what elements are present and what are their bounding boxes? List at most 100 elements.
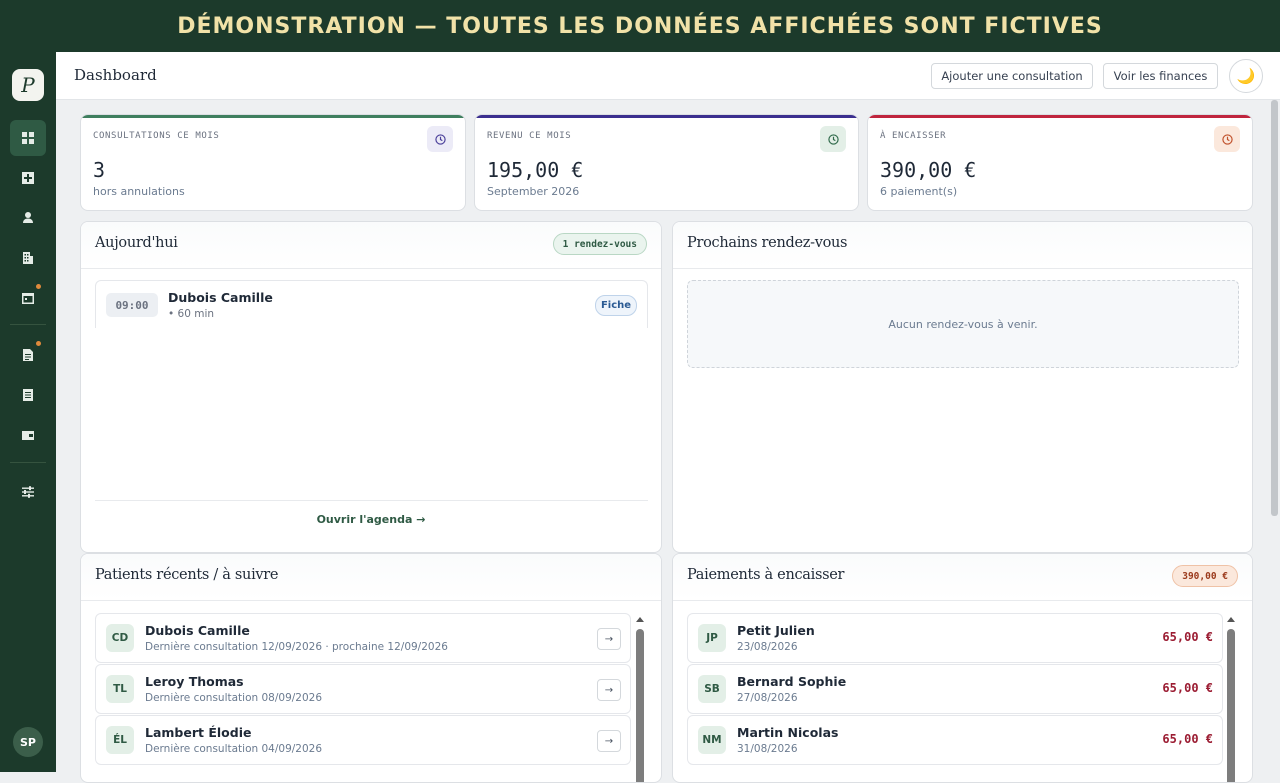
scroll-thumb[interactable]: [636, 629, 644, 782]
nav-separator: [10, 462, 46, 463]
payment-row[interactable]: JP Petit Julien 23/08/2026 65,00 €: [687, 613, 1223, 663]
appointment-duration: • 60 min: [168, 308, 215, 320]
sidebar: P SP: [0, 52, 56, 772]
patients-scrollbar[interactable]: [635, 617, 645, 782]
panel-title: Patients récents / à suivre: [95, 567, 279, 583]
appointment-item[interactable]: 09:00 Dubois Camille • 60 min Fiche: [95, 280, 648, 328]
stat-label: REVENU CE MOIS: [487, 131, 572, 141]
add-consultation-button[interactable]: Ajouter une consultation: [931, 63, 1093, 89]
patient-name: Petit Julien: [737, 623, 815, 638]
app-logo[interactable]: P: [12, 69, 44, 101]
upcoming-panel: Prochains rendez-vous Aucun rendez-vous …: [672, 221, 1253, 553]
nav-settings[interactable]: [10, 474, 46, 510]
patient-last-consultation: Dernière consultation 08/09/2026: [145, 692, 323, 704]
empty-state: Aucun rendez-vous à venir.: [687, 280, 1239, 368]
user-avatar[interactable]: SP: [13, 727, 43, 757]
topbar: Dashboard Ajouter une consultation Voir …: [56, 52, 1280, 100]
moon-icon: 🌙: [1236, 67, 1256, 85]
payments-scrollbar[interactable]: [1226, 617, 1236, 782]
open-patient-button[interactable]: →: [597, 679, 621, 701]
appointment-count-badge: 1 rendez-vous: [552, 233, 647, 255]
payments-panel: Paiements à encaisser 390,00 € JP Petit …: [672, 553, 1253, 783]
payment-date: 27/08/2026: [737, 692, 798, 704]
open-patient-button[interactable]: →: [597, 628, 621, 650]
stat-accent-bar: [475, 115, 858, 118]
patient-row[interactable]: TL Leroy Thomas Dernière consultation 08…: [95, 664, 631, 714]
patient-last-consultation: Dernière consultation 12/09/2026 · proch…: [145, 641, 448, 653]
calendar-icon: [22, 293, 34, 304]
payment-date: 31/08/2026: [737, 743, 798, 755]
page-title: Dashboard: [74, 66, 157, 84]
patient-file-button[interactable]: Fiche: [595, 295, 637, 316]
patient-initials: ÉL: [106, 726, 134, 754]
documents-badge: [36, 341, 41, 346]
panel-title: Prochains rendez-vous: [687, 235, 848, 251]
panel-header: Prochains rendez-vous: [673, 222, 1252, 269]
stat-subtitle: 6 paiement(s): [880, 185, 958, 198]
view-finances-button[interactable]: Voir les finances: [1103, 63, 1218, 89]
nav-patients[interactable]: [10, 199, 46, 235]
clock-icon: [1214, 126, 1240, 152]
nav-calendar[interactable]: [10, 280, 46, 316]
settings-sliders-icon: [22, 486, 34, 498]
patient-row[interactable]: ÉL Lambert Élodie Dernière consultation …: [95, 715, 631, 765]
nav-documents[interactable]: [10, 337, 46, 373]
payment-amount: 65,00 €: [1162, 681, 1213, 695]
clock-icon: [820, 126, 846, 152]
patient-initials: TL: [106, 675, 134, 703]
panel-title: Paiements à encaisser: [687, 567, 845, 583]
patient-initials: JP: [698, 624, 726, 652]
add-consultation-icon: [22, 172, 34, 184]
scroll-up-arrow[interactable]: [636, 617, 644, 622]
patient-row[interactable]: CD Dubois Camille Dernière consultation …: [95, 613, 631, 663]
patient-initials: NM: [698, 726, 726, 754]
patient-last-consultation: Dernière consultation 04/09/2026: [145, 743, 323, 755]
stat-card-to-collect: À ENCAISSER 390,00 € 6 paiement(s): [867, 114, 1253, 211]
nav-separator: [10, 324, 46, 325]
patient-initials: CD: [106, 624, 134, 652]
stat-card-consultations: CONSULTATIONS CE MOIS 3 hors annulations: [80, 114, 466, 211]
page-scrollbar[interactable]: [1271, 100, 1278, 516]
stat-label: À ENCAISSER: [880, 131, 947, 141]
stat-label: CONSULTATIONS CE MOIS: [93, 131, 220, 141]
payment-row[interactable]: NM Martin Nicolas 31/08/2026 65,00 €: [687, 715, 1223, 765]
divider: [95, 500, 648, 501]
stat-accent-bar: [81, 115, 465, 118]
payment-amount: 65,00 €: [1162, 630, 1213, 644]
wallet-icon: [22, 431, 34, 440]
appointment-time: 09:00: [106, 293, 158, 317]
calendar-badge: [36, 284, 41, 289]
appointment-patient-name: Dubois Camille: [168, 290, 273, 305]
scroll-thumb[interactable]: [1227, 629, 1235, 782]
scroll-up-arrow[interactable]: [1227, 617, 1235, 622]
patient-name: Martin Nicolas: [737, 725, 839, 740]
stat-value: 3: [93, 158, 106, 182]
panel-header: Aujourd'hui 1 rendez-vous: [81, 222, 661, 269]
payments-total-badge: 390,00 €: [1172, 565, 1238, 587]
stat-value: 390,00 €: [880, 158, 977, 182]
clock-icon: [427, 126, 453, 152]
open-patient-button[interactable]: →: [597, 730, 621, 752]
panel-header: Patients récents / à suivre: [81, 554, 661, 601]
patient-initials: SB: [698, 675, 726, 703]
nav-invoices[interactable]: [10, 377, 46, 413]
open-agenda-link[interactable]: Ouvrir l'agenda →: [81, 513, 661, 526]
payment-date: 23/08/2026: [737, 641, 798, 653]
recent-patients-panel: Patients récents / à suivre CD Dubois Ca…: [80, 553, 662, 783]
payment-amount: 65,00 €: [1162, 732, 1213, 746]
nav-building[interactable]: [10, 240, 46, 276]
nav-dashboard[interactable]: [10, 120, 46, 156]
today-panel: Aujourd'hui 1 rendez-vous 09:00 Dubois C…: [80, 221, 662, 553]
nav-wallet[interactable]: [10, 417, 46, 453]
document-icon: [23, 349, 33, 361]
stat-subtitle: hors annulations: [93, 185, 185, 198]
demo-banner: DÉMONSTRATION — TOUTES LES DONNÉES AFFIC…: [0, 0, 1280, 52]
stat-card-revenue: REVENU CE MOIS 195,00 € September 2026: [474, 114, 859, 211]
theme-toggle-button[interactable]: 🌙: [1229, 59, 1263, 93]
building-icon: [23, 252, 33, 264]
payment-row[interactable]: SB Bernard Sophie 27/08/2026 65,00 €: [687, 664, 1223, 714]
nav-add-consultation[interactable]: [10, 160, 46, 196]
invoice-icon: [23, 389, 33, 401]
patient-name: Lambert Élodie: [145, 725, 252, 740]
stat-value: 195,00 €: [487, 158, 584, 182]
